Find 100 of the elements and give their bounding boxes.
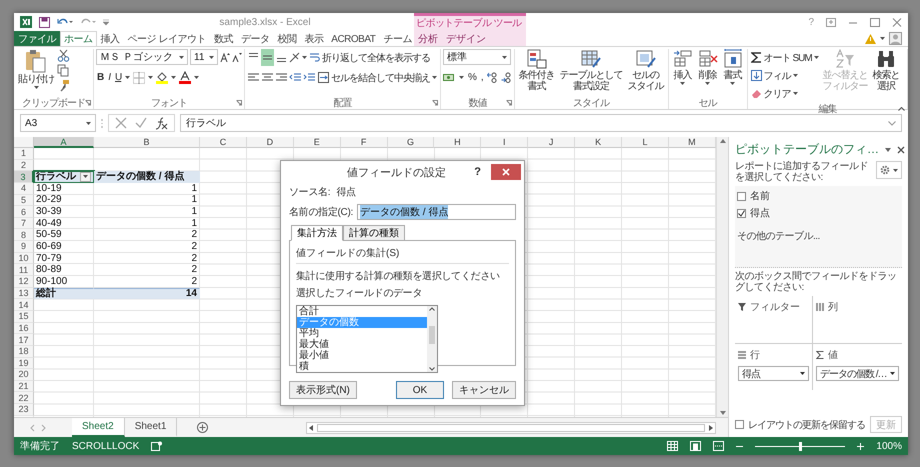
align-right-icon[interactable]	[275, 72, 288, 83]
scrollbar-thumb[interactable]	[429, 326, 435, 344]
format-button[interactable]: 書式	[720, 49, 745, 85]
save-icon[interactable]	[39, 16, 50, 28]
wrap-text-button[interactable]: 折り返して全体を表示する	[308, 49, 431, 66]
fill-color-icon[interactable]	[156, 71, 168, 84]
ribbon-display-icon[interactable]	[826, 18, 836, 26]
number-format-button[interactable]: 表示形式(N)	[289, 381, 357, 399]
dialog-tab[interactable]: 計算の種類	[343, 225, 405, 241]
currency-icon[interactable]	[443, 72, 456, 83]
column-header[interactable]: F	[340, 137, 388, 148]
row-header[interactable]: 12	[14, 276, 34, 288]
column-header[interactable]: L	[622, 137, 669, 148]
find-select-button[interactable]: 検索と 選択	[870, 49, 902, 92]
column-header[interactable]: A	[34, 137, 94, 148]
row-header[interactable]: 9	[14, 241, 34, 253]
number-format-field[interactable]: 標準	[443, 49, 511, 65]
vertical-scrollbar[interactable]	[716, 137, 728, 417]
copy-icon[interactable]	[57, 64, 70, 77]
row-header[interactable]: 2	[14, 160, 34, 172]
italic-button[interactable]: I	[107, 69, 112, 86]
increase-indent-icon[interactable]	[303, 72, 316, 83]
row-header[interactable]: 3	[14, 171, 34, 183]
formula-field[interactable]: 行ラベル	[180, 114, 902, 132]
row-header[interactable]: 7	[14, 218, 34, 230]
increase-decimal-icon[interactable]	[486, 72, 498, 83]
row-header[interactable]: 18	[14, 346, 34, 358]
sheet-tab[interactable]: Sheet2	[72, 418, 125, 436]
settings-button[interactable]	[876, 161, 902, 179]
cancel-button[interactable]: キャンセル	[452, 381, 516, 399]
zoom-in-icon[interactable]	[857, 442, 864, 450]
dialog-launcher-icon[interactable]	[506, 100, 512, 106]
macro-record-icon[interactable]	[151, 441, 162, 451]
paste-button[interactable]: 貼り付け	[16, 49, 56, 89]
normal-view-icon[interactable]	[667, 441, 678, 451]
column-header[interactable]: J	[528, 137, 576, 148]
decrease-decimal-icon[interactable]	[500, 72, 512, 83]
field-checkbox[interactable]	[737, 192, 746, 200]
close-button[interactable]	[491, 164, 521, 180]
row-header[interactable]: 17	[14, 334, 34, 346]
format-as-table-button[interactable]: テーブルとして 書式設定	[558, 49, 625, 92]
clear-button[interactable]: クリア	[750, 85, 820, 102]
check-icon[interactable]	[135, 117, 147, 129]
column-header[interactable]: B	[94, 137, 200, 148]
list-item[interactable]: 積	[297, 361, 427, 372]
column-header[interactable]: D	[246, 137, 294, 148]
row-header[interactable]: 13	[14, 288, 34, 300]
grow-font-icon[interactable]	[220, 52, 230, 62]
row-header[interactable]: 10	[14, 252, 34, 264]
defer-checkbox[interactable]	[735, 420, 744, 429]
row-header[interactable]: 8	[14, 229, 34, 242]
insert-function-icon[interactable]	[155, 116, 168, 130]
collapse-ribbon-icon[interactable]	[898, 107, 905, 111]
delete-button[interactable]: 削除	[696, 49, 720, 85]
font-color-icon[interactable]	[179, 71, 192, 84]
file-tab[interactable]: ファイル	[14, 31, 60, 46]
row-header[interactable]: 5	[14, 194, 34, 206]
row-header[interactable]: 6	[14, 206, 34, 218]
dialog-tab[interactable]: 集計方法	[291, 225, 343, 241]
horizontal-scrollbar[interactable]	[306, 422, 716, 434]
cell-styles-button[interactable]: セルの スタイル	[626, 49, 666, 92]
ribbon-tab[interactable]: 分析	[414, 31, 442, 46]
field-checkbox[interactable]	[737, 208, 746, 218]
row-header[interactable]: 15	[14, 310, 34, 323]
comma-button[interactable]: ,	[480, 69, 484, 86]
column-header[interactable]: C	[200, 137, 247, 148]
autosum-button[interactable]: オート SUM	[750, 49, 820, 66]
row-header[interactable]: 19	[14, 358, 34, 370]
column-header[interactable]: K	[575, 137, 622, 148]
row-header[interactable]: 22	[14, 392, 34, 404]
ribbon-tab[interactable]: デザイン	[442, 31, 490, 46]
dialog-launcher-icon[interactable]	[236, 100, 242, 106]
align-center-icon[interactable]	[261, 72, 274, 83]
zoom-slider-thumb[interactable]	[798, 442, 802, 450]
row-header[interactable]: 4	[14, 182, 34, 195]
page-break-view-icon[interactable]	[713, 441, 724, 451]
align-left-icon[interactable]	[247, 72, 260, 83]
scrollbar-thumb[interactable]	[317, 424, 705, 432]
middle-align-button[interactable]	[261, 49, 274, 66]
more-tables-link[interactable]: その他のテーブル...	[737, 231, 900, 242]
row-header[interactable]: 23	[14, 404, 34, 416]
row-header[interactable]: 14	[14, 299, 34, 311]
bold-button[interactable]: B	[96, 69, 104, 86]
merge-center-button[interactable]: セルを結合して中央揃え	[317, 69, 438, 86]
decrease-indent-icon[interactable]	[289, 72, 302, 83]
column-header[interactable]: E	[294, 137, 341, 148]
row-header[interactable]: 11	[14, 264, 34, 276]
zoom-level-text[interactable]: 100%	[876, 440, 902, 452]
customize-toolbar-icon[interactable]	[103, 18, 109, 26]
close-icon[interactable]	[892, 18, 902, 26]
ok-button[interactable]: OK	[396, 381, 444, 399]
conditional-format-button[interactable]: 条件付き 書式	[516, 49, 557, 92]
font-size-field[interactable]: 11	[190, 49, 218, 65]
row-header[interactable]: 21	[14, 380, 34, 392]
field-chip[interactable]: データの個数 /…	[816, 366, 899, 381]
scissors-icon[interactable]	[57, 49, 70, 62]
filter-dropdown-button[interactable]	[80, 172, 91, 182]
name-box[interactable]: A3	[20, 114, 96, 132]
fill-button[interactable]: フィル	[750, 67, 820, 84]
name-field[interactable]: データの個数 / 得点	[356, 204, 516, 220]
